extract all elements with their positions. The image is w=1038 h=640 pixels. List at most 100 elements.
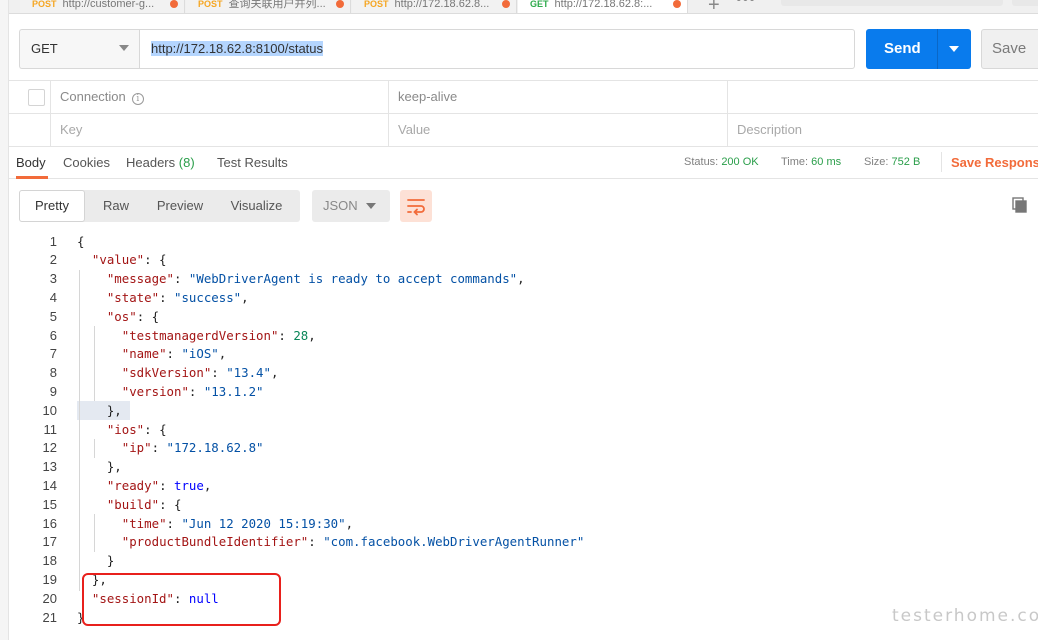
- request-tab[interactable]: POST http://customer-g...: [20, 0, 185, 13]
- request-tab[interactable]: POST http://172.18.62.8...: [352, 0, 517, 13]
- new-tab-plus-icon[interactable]: +: [708, 0, 720, 13]
- line-number: 10: [42, 402, 57, 418]
- send-button[interactable]: Send: [866, 29, 971, 69]
- code-line: "sdkVersion": "13.4",: [77, 364, 279, 383]
- header-description-cell[interactable]: [727, 81, 1038, 113]
- active-tab-indicator: [16, 176, 48, 179]
- json-punctuation: [77, 271, 107, 286]
- view-preview-button[interactable]: Preview: [147, 190, 213, 222]
- send-divider: [937, 29, 938, 69]
- json-key: "state": [106, 289, 160, 305]
- json-punctuation: :: [159, 477, 174, 493]
- line-number: 19: [42, 571, 57, 587]
- size-label: Size:: [864, 156, 889, 168]
- json-key: "value": [91, 252, 145, 268]
- view-pretty-button[interactable]: Pretty: [19, 190, 85, 222]
- line-number: 4: [49, 289, 57, 305]
- request-tab-active[interactable]: GET http://172.18.62.8:...: [518, 0, 688, 13]
- line-number: 1: [49, 233, 57, 249]
- code-line: },: [77, 402, 122, 421]
- size-meta: Size: 752 B: [864, 156, 920, 168]
- unsaved-dot-icon: [673, 0, 681, 8]
- request-tab-bar: POST http://customer-g... POST 查询关联用户并列...…: [9, 0, 1038, 14]
- json-key: "os": [106, 308, 137, 324]
- tab-title: http://172.18.62.8:...: [554, 0, 653, 10]
- json-punctuation: :: [278, 327, 294, 343]
- json-punctuation: [77, 290, 107, 305]
- description-placeholder: Description: [737, 122, 803, 137]
- code-line: "productBundleIdentifier": "com.facebook…: [77, 533, 585, 552]
- view-mode-segmented: Pretty Raw Preview Visualize: [19, 190, 300, 222]
- send-options-chevron-icon[interactable]: [949, 46, 959, 52]
- tab-body[interactable]: Body: [16, 155, 46, 170]
- json-punctuation: : {: [144, 252, 167, 268]
- json-punctuation: :: [166, 515, 182, 531]
- request-tab[interactable]: POST 查询关联用户并列...: [186, 0, 351, 13]
- tab-test-results[interactable]: Test Results: [217, 155, 288, 170]
- json-number: 28: [293, 327, 309, 343]
- json-punctuation: ,: [270, 365, 279, 381]
- code-line: "ip": "172.18.62.8": [77, 439, 264, 458]
- json-punctuation: :: [188, 383, 204, 399]
- tab-headers[interactable]: Headers (8): [126, 155, 195, 170]
- info-icon[interactable]: i: [131, 93, 144, 105]
- json-punctuation: :: [151, 440, 167, 456]
- environment-quick-look-button[interactable]: [1012, 0, 1038, 6]
- code-line: "value": {: [77, 251, 167, 270]
- json-punctuation: ,: [517, 271, 525, 287]
- time-value: 60 ms: [811, 156, 842, 168]
- format-select[interactable]: JSON: [312, 190, 390, 222]
- response-tab-bar: Body Cookies Headers (8) Test Results St…: [9, 146, 1038, 179]
- line-number: 9: [49, 383, 57, 399]
- time-label: Time:: [781, 156, 809, 168]
- header-value-cell[interactable]: keep-alive: [388, 81, 727, 113]
- more-tabs-icon[interactable]: •••: [736, 0, 756, 9]
- code-line: }: [77, 552, 114, 571]
- line-number: 14: [42, 477, 57, 493]
- wrap-lines-icon: [407, 199, 425, 216]
- new-value-field[interactable]: Value: [388, 114, 727, 146]
- header-enable-checkbox[interactable]: [28, 89, 45, 106]
- line-number: 11: [43, 421, 58, 437]
- view-visualize-button[interactable]: Visualize: [213, 190, 300, 222]
- json-punctuation: :: [173, 271, 189, 287]
- tab-title: 查询关联用户并列...: [228, 0, 326, 10]
- json-string: "success": [173, 289, 242, 305]
- json-punctuation: [77, 534, 122, 549]
- json-string: "13.1.2": [203, 383, 264, 399]
- new-description-field[interactable]: Description: [727, 114, 1038, 146]
- save-response-button[interactable]: Save Response: [951, 155, 1038, 170]
- json-punctuation: [77, 516, 122, 531]
- header-key: Connection: [60, 89, 126, 104]
- json-punctuation: [77, 252, 92, 267]
- code-line: {: [77, 233, 84, 252]
- code-line: "build": {: [77, 496, 182, 515]
- json-key: "name": [121, 346, 167, 362]
- code-line: "ios": {: [77, 421, 167, 440]
- json-punctuation: }: [77, 553, 115, 569]
- json-key: "productBundleIdentifier": [121, 534, 309, 550]
- watermark: testerhome.com: [892, 606, 1038, 626]
- json-punctuation: ,: [203, 477, 212, 493]
- tab-cookies[interactable]: Cookies: [63, 155, 110, 170]
- json-string: "13.4": [226, 365, 271, 381]
- copy-icon[interactable]: [1012, 197, 1028, 214]
- unsaved-dot-icon: [170, 0, 178, 8]
- divider: [941, 152, 942, 172]
- code-line: "state": "success",: [77, 289, 249, 308]
- save-button[interactable]: Save: [981, 29, 1038, 69]
- environment-selector[interactable]: [781, 0, 1003, 6]
- status-label: Status:: [684, 156, 719, 168]
- headers-count-badge: (8): [178, 155, 195, 170]
- header-value: keep-alive: [398, 89, 458, 104]
- unsaved-dot-icon: [336, 0, 344, 8]
- url-input[interactable]: http://172.18.62.8:8100/status: [139, 29, 855, 69]
- view-raw-button[interactable]: Raw: [85, 190, 147, 222]
- wrap-lines-button[interactable]: [400, 190, 432, 222]
- method-select[interactable]: GET: [19, 29, 139, 69]
- new-key-field[interactable]: Key: [50, 114, 389, 146]
- tab-title: http://172.18.62.8...: [394, 0, 490, 10]
- line-number: 13: [42, 459, 57, 475]
- header-key-cell[interactable]: Connection i: [50, 81, 389, 113]
- format-value: JSON: [323, 198, 358, 213]
